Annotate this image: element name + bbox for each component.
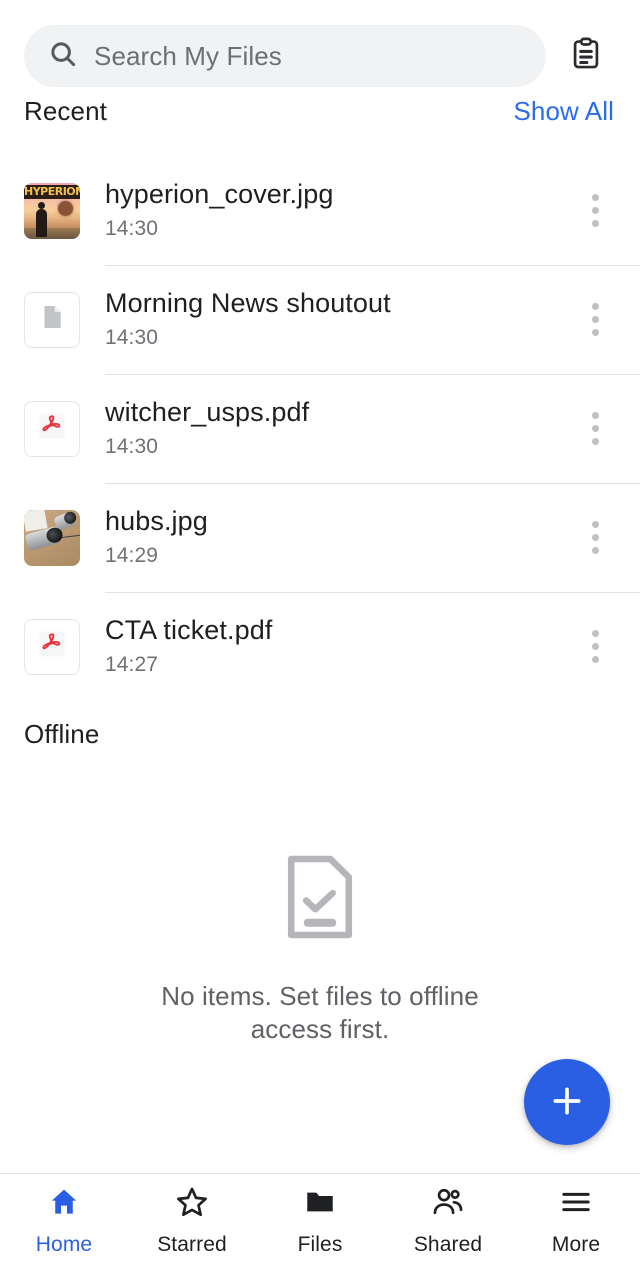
file-info: CTA ticket.pdf 14:27 xyxy=(80,613,564,680)
file-name: Morning News shoutout xyxy=(105,288,391,318)
table-row[interactable]: CTA ticket.pdf 14:27 xyxy=(0,592,640,701)
bottom-navigation: Home Starred Files Shared More xyxy=(0,1173,640,1267)
pdf-icon xyxy=(37,629,67,664)
table-row[interactable]: witcher_usps.pdf 14:30 xyxy=(0,374,640,483)
document-icon xyxy=(37,302,67,337)
clipboard-icon xyxy=(569,36,603,76)
file-timestamp: 14:30 xyxy=(105,326,159,349)
folder-icon xyxy=(303,1185,337,1224)
nav-label-shared: Shared xyxy=(413,1232,483,1256)
file-timestamp: 14:29 xyxy=(105,544,159,567)
file-thumbnail-pdf xyxy=(24,400,80,457)
offline-section-header: Offline xyxy=(0,701,640,767)
nav-item-shared[interactable]: Shared xyxy=(384,1174,512,1267)
nav-label-home: Home xyxy=(35,1232,93,1256)
file-info: hyperion_cover.jpg 14:30 xyxy=(80,177,564,244)
search-placeholder-text: Search My Files xyxy=(94,40,282,71)
nav-item-more[interactable]: More xyxy=(512,1174,640,1267)
file-thumbnail-document xyxy=(24,291,80,348)
table-row[interactable]: hubs.jpg 14:29 xyxy=(0,483,640,592)
star-icon xyxy=(175,1185,209,1224)
file-thumbnail-pdf xyxy=(24,618,80,675)
file-timestamp: 14:30 xyxy=(105,435,159,458)
empty-state-message: No items. Set files to offline access fi… xyxy=(161,981,479,1044)
nav-item-starred[interactable]: Starred xyxy=(128,1174,256,1267)
offline-empty-state: No items. Set files to offline access fi… xyxy=(0,767,640,1046)
offline-title: Offline xyxy=(24,718,100,749)
nav-item-files[interactable]: Files xyxy=(256,1174,384,1267)
clipboard-button[interactable] xyxy=(554,24,618,88)
search-header: Search My Files xyxy=(0,0,640,96)
add-button[interactable] xyxy=(524,1059,610,1145)
file-thumbnail-image xyxy=(24,509,80,566)
file-name: CTA ticket.pdf xyxy=(105,615,273,645)
file-name: hyperion_cover.jpg xyxy=(105,179,334,209)
table-row[interactable]: Morning News shoutout 14:30 xyxy=(0,265,640,374)
more-vertical-icon[interactable] xyxy=(564,171,626,251)
more-vertical-icon[interactable] xyxy=(564,280,626,360)
file-name: hubs.jpg xyxy=(105,506,208,536)
recent-file-list: HYPERION hyperion_cover.jpg 14:30 Mornin… xyxy=(0,156,640,701)
page-title: Recent xyxy=(24,96,107,126)
pdf-icon xyxy=(37,411,67,446)
thumbnail-title-text: HYPERION xyxy=(24,184,80,198)
show-all-link[interactable]: Show All xyxy=(513,96,614,127)
more-vertical-icon[interactable] xyxy=(564,389,626,469)
file-timestamp: 14:30 xyxy=(105,217,159,240)
plus-icon xyxy=(547,1081,587,1124)
menu-icon xyxy=(559,1185,593,1224)
file-info: Morning News shoutout 14:30 xyxy=(80,286,564,353)
people-icon xyxy=(431,1185,465,1224)
file-info: hubs.jpg 14:29 xyxy=(80,504,564,571)
file-thumbnail-image: HYPERION xyxy=(24,182,80,239)
nav-item-home[interactable]: Home xyxy=(0,1174,128,1267)
document-check-icon xyxy=(279,849,361,950)
file-info: witcher_usps.pdf 14:30 xyxy=(80,395,564,462)
home-icon xyxy=(47,1185,81,1224)
nav-label-files: Files xyxy=(297,1232,343,1256)
recent-section-header: Recent Show All xyxy=(0,96,640,156)
file-name: witcher_usps.pdf xyxy=(105,397,310,427)
more-vertical-icon[interactable] xyxy=(564,607,626,687)
search-icon xyxy=(48,39,78,74)
nav-label-more: More xyxy=(551,1232,601,1256)
table-row[interactable]: HYPERION hyperion_cover.jpg 14:30 xyxy=(0,156,640,265)
search-input[interactable]: Search My Files xyxy=(24,25,546,87)
more-vertical-icon[interactable] xyxy=(564,498,626,578)
file-manager-screen: Search My Files Recent Show All HYPERION… xyxy=(0,0,640,1267)
nav-label-starred: Starred xyxy=(157,1232,227,1256)
file-timestamp: 14:27 xyxy=(105,653,159,676)
